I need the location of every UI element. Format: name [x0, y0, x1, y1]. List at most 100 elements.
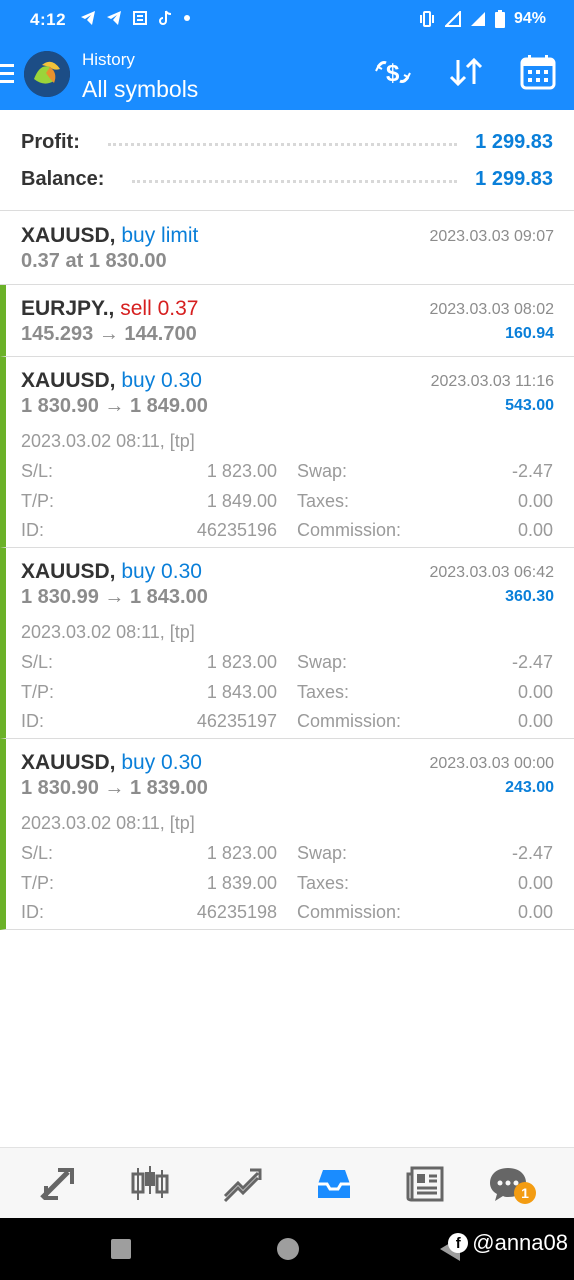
signal-icon	[470, 12, 485, 26]
sl-value: 1 823.00	[206, 843, 277, 863]
deal-row-expanded[interactable]: XAUUSD, buy 0.30 1 830.99 → 1 843.00 202…	[0, 548, 574, 739]
swap-label: Swap:	[297, 652, 348, 672]
watermark: f @anna08	[448, 1230, 568, 1256]
more-notifications-dot	[184, 15, 190, 21]
menu-icon[interactable]	[0, 64, 16, 86]
status-time: 4:12	[30, 10, 67, 29]
deal-action: buy 0.30	[121, 369, 202, 392]
notification-icons	[80, 10, 190, 26]
tp-value: 1 843.00	[206, 681, 277, 702]
profit-label: Profit:	[21, 130, 80, 153]
sl-label: S/L:	[21, 461, 54, 481]
order-action: buy limit	[121, 224, 199, 247]
telegram-icon	[81, 11, 95, 25]
sort-icon[interactable]	[448, 56, 484, 88]
bottom-navigation: 1	[0, 1147, 574, 1219]
balance-label: Balance:	[21, 167, 105, 190]
swap-value: -2.47	[511, 461, 553, 481]
symbol: XAUUSD,	[21, 224, 116, 247]
deal-prices: 1 830.90 → 1 849.00	[21, 395, 208, 417]
deal-time: 2023.03.03 11:16	[430, 373, 554, 390]
watermark-text: @anna08	[472, 1230, 568, 1255]
taxes-value: 0.00	[517, 681, 553, 702]
sl-label: S/L:	[21, 843, 54, 863]
commission-label: Commission:	[297, 520, 402, 540]
deal-prices: 1 830.99 → 1 843.00	[21, 586, 208, 608]
metatrader-logo[interactable]	[24, 51, 70, 97]
signal-icon	[444, 11, 461, 27]
tp-label: T/P:	[21, 681, 55, 702]
telegram-icon	[107, 11, 121, 25]
id-label: ID:	[21, 711, 45, 731]
tiktok-icon	[159, 10, 172, 25]
deal-row-expanded[interactable]: XAUUSD, buy 0.30 1 830.90 → 1 839.00 202…	[0, 739, 574, 930]
swap-label: Swap:	[297, 843, 348, 863]
home-button[interactable]	[277, 1238, 299, 1260]
swap-label: Swap:	[297, 461, 348, 481]
tp-label: T/P:	[21, 490, 55, 511]
calendar-icon[interactable]	[520, 54, 556, 90]
id-label: ID:	[21, 520, 45, 540]
deal-action: buy 0.30	[121, 751, 202, 774]
recents-button[interactable]	[111, 1239, 131, 1259]
battery-icon	[494, 10, 505, 28]
news-icon[interactable]	[406, 1164, 446, 1204]
header-title[interactable]: All symbols	[82, 76, 198, 103]
chart-icon[interactable]	[130, 1164, 170, 1204]
symbol: XAUUSD,	[21, 751, 116, 774]
taxes-value: 0.00	[517, 490, 553, 511]
deal-prices: 1 830.90 → 1 839.00	[21, 777, 208, 799]
deal-row-expanded[interactable]: XAUUSD, buy 0.30 1 830.90 → 1 849.00 202…	[0, 357, 574, 548]
deal-profit: 360.30	[505, 588, 554, 605]
deal-time: 2023.03.03 08:02	[429, 301, 554, 318]
tp-value: 1 849.00	[206, 490, 277, 511]
id-value: 46235198	[196, 902, 277, 922]
deposit-withdraw-icon[interactable]: $	[374, 57, 412, 87]
app-bar: History All symbols $	[0, 40, 574, 110]
history-icon[interactable]	[314, 1164, 354, 1204]
news-notification-icon	[133, 11, 147, 25]
vibrate-icon	[419, 11, 434, 27]
dot-leader	[132, 179, 458, 183]
account-summary: Profit: 1 299.83 Balance: 1 299.83	[0, 112, 574, 211]
open-info: 2023.03.02 08:11, [tp]	[21, 813, 195, 833]
commission-value: 0.00	[517, 711, 553, 731]
sl-value: 1 823.00	[206, 461, 277, 481]
dot-leader	[107, 142, 458, 146]
deal-details: 2023.03.02 08:11, [tp] S/L: 1 823.00 Swap:…	[21, 622, 553, 741]
deal-profit: 160.94	[505, 325, 554, 342]
profit-value: 1 299.83	[475, 130, 553, 153]
deal-time: 2023.03.03 00:00	[429, 755, 554, 772]
deal-profit: 543.00	[505, 397, 554, 414]
deal-row[interactable]: EURJPY., sell 0.37 145.293 → 144.700 202…	[0, 285, 574, 357]
balance-value: 1 299.83	[475, 167, 553, 190]
profit-row: Profit: 1 299.83	[21, 127, 553, 157]
quotes-icon[interactable]	[38, 1164, 78, 1204]
facebook-icon: f	[448, 1233, 469, 1253]
taxes-label: Taxes:	[297, 681, 350, 702]
deal-prices: 145.293 → 144.700	[21, 323, 197, 345]
id-value: 46235197	[196, 711, 277, 731]
symbol: XAUUSD,	[21, 369, 116, 392]
trade-icon[interactable]	[222, 1164, 262, 1204]
order-time: 2023.03.03 09:07	[429, 228, 554, 245]
system-navigation-bar: f @anna08	[0, 1218, 574, 1280]
swap-value: -2.47	[511, 843, 553, 863]
deal-profit: 243.00	[505, 779, 554, 796]
messages-icon[interactable]: 1	[488, 1164, 536, 1204]
deal-details: 2023.03.02 08:11, [tp] S/L: 1 823.00 Swap:…	[21, 431, 553, 550]
deal-time: 2023.03.03 06:42	[429, 564, 554, 581]
deal-action: sell 0.37	[120, 297, 199, 320]
deal-details: 2023.03.02 08:11, [tp] S/L: 1 823.00 Swap:…	[21, 813, 553, 932]
symbol: EURJPY.,	[21, 297, 115, 320]
order-row[interactable]: XAUUSD, buy limit 0.37 at 1 830.00 2023.…	[0, 212, 574, 285]
sl-label: S/L:	[21, 652, 54, 672]
system-icons: 94%	[418, 10, 546, 28]
header-subtitle: History	[82, 50, 135, 69]
commission-value: 0.00	[517, 902, 553, 922]
id-value: 46235196	[196, 520, 277, 540]
id-label: ID:	[21, 902, 45, 922]
taxes-label: Taxes:	[297, 490, 350, 511]
swap-value: -2.47	[511, 652, 553, 672]
svg-text:$: $	[386, 60, 400, 87]
